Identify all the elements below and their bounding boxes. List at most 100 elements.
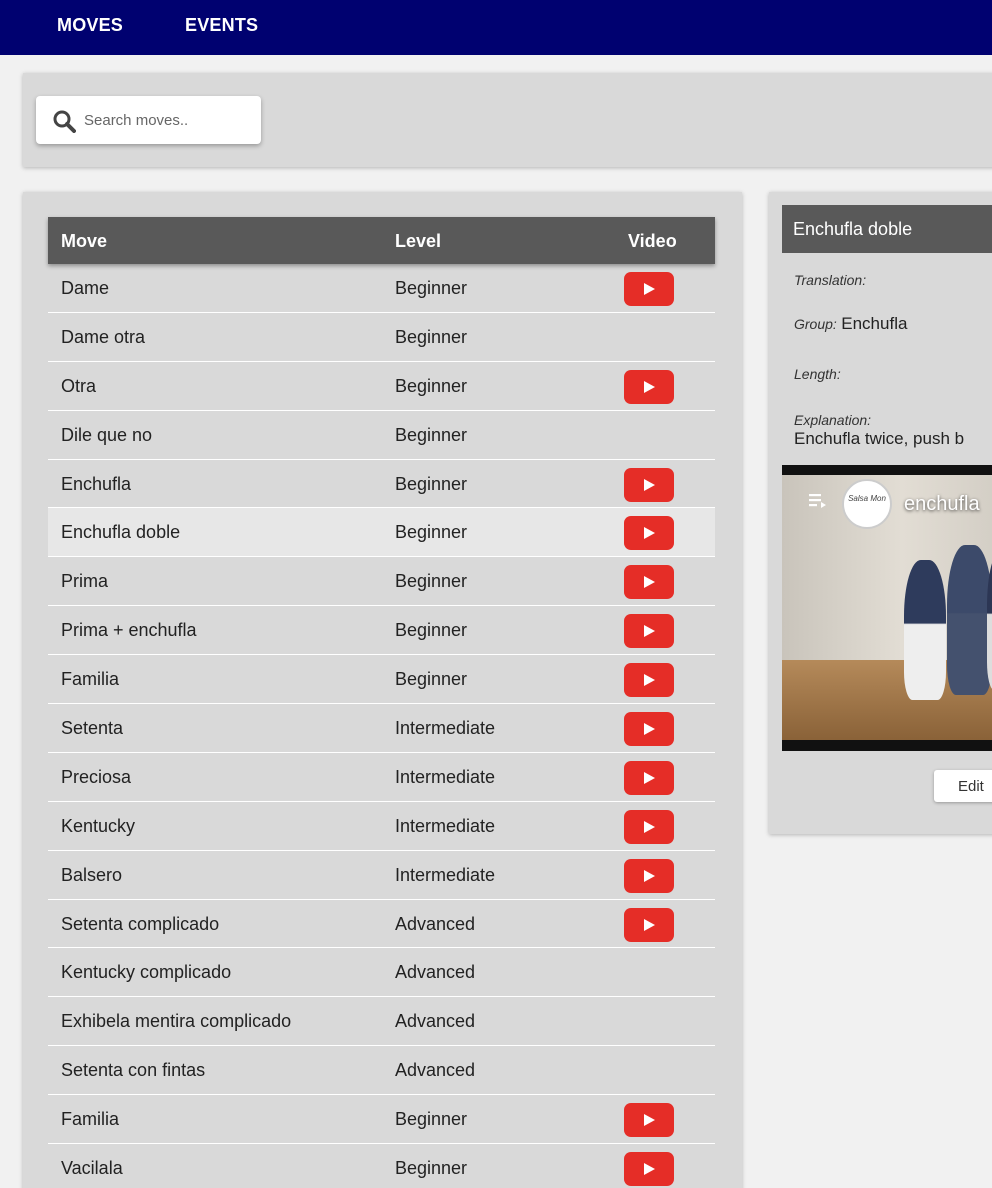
youtube-play-icon[interactable] [624,369,674,404]
move-level: Intermediate [395,766,496,787]
table-row[interactable]: Otra Beginner [48,362,715,411]
explanation-label: Explanation: [794,412,872,428]
move-name: Prima + enchufla [61,620,197,641]
move-level: Intermediate [395,718,496,739]
video-bottom-bar [782,740,992,751]
video-player[interactable]: Salsa Mon enchufla [782,465,992,751]
translation-label: Translation: [794,272,867,288]
search-input[interactable] [84,108,249,132]
table-body: Dame Beginner Dame otra Beginner Otra Beginne… [48,264,715,1188]
move-name: Preciosa [61,766,132,787]
move-name: Familia [61,669,120,690]
table-row[interactable]: Familia Beginner [48,1095,715,1145]
move-name: Enchufla doble [61,522,181,543]
move-level: Beginner [395,278,468,298]
move-name: Setenta complicado [61,913,220,934]
header-level: Level [395,231,442,251]
explanation-value: Enchufla twice, push b [794,429,965,448]
table-row[interactable]: Enchufla doble Beginner [48,508,715,558]
moves-list-panel: Move Level Video Dame Beginner Dame otra Be… [23,192,742,1188]
move-level: Beginner [395,620,468,641]
nav-events[interactable]: EVENTS [185,15,258,36]
table-row[interactable]: Kentucky Intermediate [48,802,715,851]
group-field: Group: Enchufla [794,314,907,334]
move-level: Advanced [395,1011,476,1032]
nav-moves[interactable]: MOVES [57,15,123,36]
dancer-figure [947,545,992,695]
group-label: Group: [794,316,837,332]
youtube-play-icon[interactable] [624,565,674,600]
move-name: Dame otra [61,326,146,347]
move-name: Prima [61,571,109,592]
move-level: Beginner [395,571,468,592]
move-name: Setenta [61,718,124,739]
youtube-play-icon[interactable] [624,614,674,649]
moves-table: Move Level Video Dame Beginner Dame otra Be… [48,217,715,1188]
explanation-field: Explanation: Enchufla twice, push b [794,412,964,447]
youtube-play-icon[interactable] [624,1103,674,1138]
move-name: Kentucky complicado [61,962,232,983]
table-row[interactable]: Kentucky complicado Advanced [48,948,715,998]
youtube-play-icon[interactable] [624,516,674,551]
header-move: Move [61,231,108,251]
search-panel [23,73,992,167]
table-row[interactable]: Dame Beginner [48,264,715,313]
move-level: Advanced [395,1060,476,1081]
youtube-play-icon[interactable] [624,809,674,844]
search-box[interactable] [36,96,261,144]
youtube-play-icon[interactable] [624,712,674,747]
table-row[interactable]: Dame otra Beginner [48,313,715,362]
header-video: Video [628,231,677,251]
table-header: Move Level Video [48,217,715,264]
youtube-play-icon[interactable] [624,467,674,502]
length-field: Length: [794,364,841,384]
move-level: Beginner [395,1109,468,1130]
channel-avatar[interactable]: Salsa Mon [842,479,892,529]
move-level: Advanced [395,962,476,983]
table-row[interactable]: Preciosa Intermediate [48,753,715,802]
table-row[interactable]: Prima + enchufla Beginner [48,606,715,656]
youtube-play-icon[interactable] [624,1152,674,1187]
move-level: Beginner [395,473,468,494]
playlist-icon[interactable] [809,493,829,509]
move-level: Beginner [395,326,468,347]
move-name: Exhibela mentira complicado [61,1011,292,1032]
youtube-play-icon[interactable] [624,760,674,795]
youtube-play-icon[interactable] [624,272,674,306]
length-label: Length: [794,366,841,382]
table-row[interactable]: Setenta complicado Advanced [48,900,715,949]
edit-button-label: Edit [958,777,984,795]
move-level: Intermediate [395,815,496,836]
move-level: Beginner [395,1158,468,1179]
move-detail-panel: Enchufla doble Translation: Group: Enchu… [769,192,992,834]
table-row[interactable]: Setenta con fintas Advanced [48,1046,715,1096]
move-level: Intermediate [395,864,496,885]
table-row[interactable]: Exhibela mentira complicado Advanced [48,997,715,1047]
move-level: Beginner [395,522,468,543]
move-level: Advanced [395,913,476,934]
move-name: Dame [61,278,110,298]
table-row[interactable]: Enchufla Beginner [48,460,715,509]
youtube-play-icon[interactable] [624,907,674,942]
search-icon [53,110,76,133]
table-row[interactable]: Prima Beginner [48,557,715,607]
move-level: Beginner [395,669,468,690]
table-row[interactable]: Dile que no Beginner [48,411,715,460]
detail-title: Enchufla doble [782,205,992,253]
table-row[interactable]: Familia Beginner [48,655,715,705]
table-row[interactable]: Setenta Intermediate [48,704,715,753]
move-name: Dile que no [61,424,153,445]
youtube-play-icon[interactable] [624,663,674,698]
youtube-play-icon[interactable] [624,858,674,893]
move-name: Kentucky [61,815,136,836]
table-row[interactable]: Balsero Intermediate [48,851,715,900]
dancer-figure [904,560,946,700]
move-name: Otra [61,375,97,396]
move-name: Setenta con fintas [61,1060,206,1081]
video-title[interactable]: enchufla [904,493,980,516]
group-value: Enchufla [841,314,908,333]
table-row[interactable]: Vacilala Beginner [48,1144,715,1188]
move-name: Balsero [61,864,123,885]
move-level: Beginner [395,424,468,445]
edit-button[interactable]: Edit [934,770,992,802]
